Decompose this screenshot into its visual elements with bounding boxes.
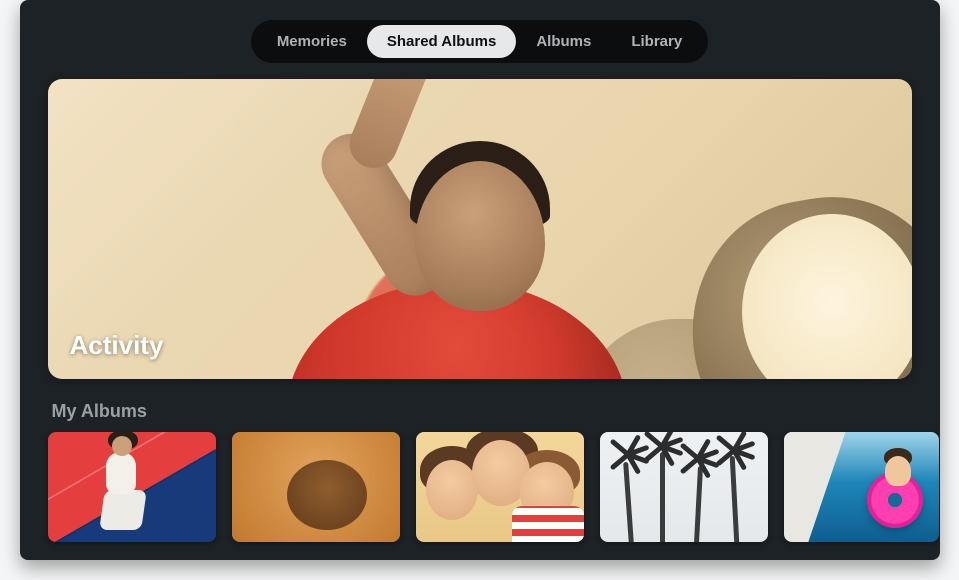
top-tabs: Memories Shared Albums Albums Library <box>48 20 912 63</box>
person-icon <box>88 446 158 534</box>
hero-background <box>48 79 912 379</box>
album-thumbnail[interactable] <box>232 432 400 542</box>
album-thumbnail[interactable] <box>784 432 939 542</box>
hero-label: Activity <box>70 330 164 361</box>
tab-memories[interactable]: Memories <box>257 25 367 58</box>
album-thumbnail[interactable] <box>416 432 584 542</box>
photos-app-screen: Memories Shared Albums Albums Library Ac… <box>20 0 940 560</box>
tab-shared-albums[interactable]: Shared Albums <box>367 25 516 58</box>
section-title-my-albums: My Albums <box>52 401 912 422</box>
album-thumbnail[interactable] <box>48 432 216 542</box>
tab-library[interactable]: Library <box>611 25 702 58</box>
tab-albums[interactable]: Albums <box>516 25 611 58</box>
hero-person-illustration <box>227 121 687 379</box>
album-thumbnail[interactable] <box>600 432 768 542</box>
tabs-pill: Memories Shared Albums Albums Library <box>251 20 708 63</box>
my-albums-row <box>48 432 912 542</box>
activity-hero-card[interactable]: Activity <box>48 79 912 379</box>
